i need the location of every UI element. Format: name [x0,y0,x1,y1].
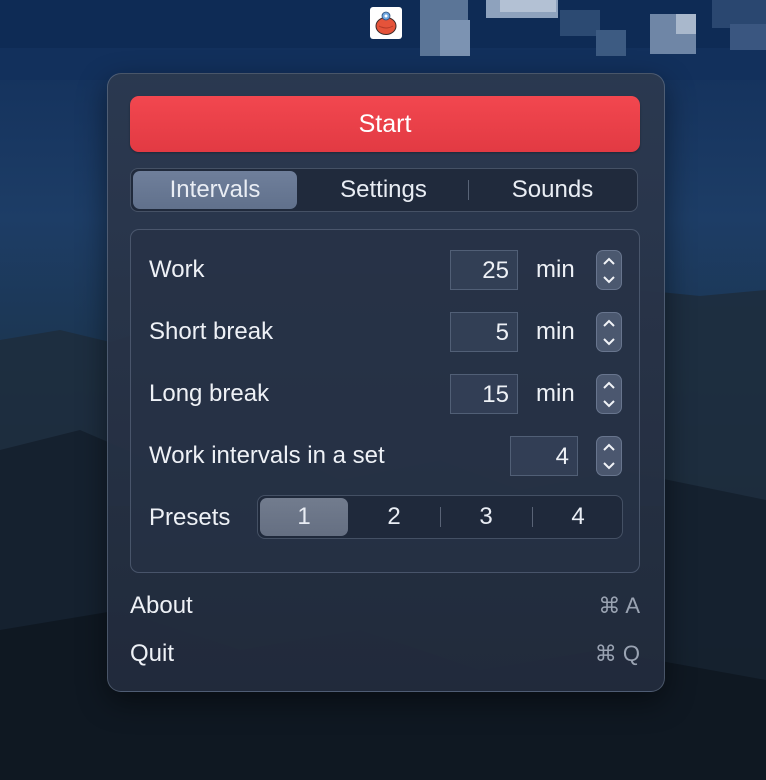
work-label: Work [149,256,205,283]
preset-4[interactable]: 4 [534,498,622,536]
wallpaper-pixel [440,20,470,56]
timer-popover: Start Intervals Settings Sounds Work 25 … [107,73,665,692]
work-intervals-stepper[interactable] [596,436,622,476]
work-minutes-field[interactable]: 25 [450,250,518,290]
preset-divider [532,507,533,527]
short-break-label: Short break [149,318,274,345]
start-button[interactable]: Start [130,96,640,152]
wallpaper-pixel [596,30,626,56]
wallpaper-pixel [560,10,600,36]
chevron-up-icon[interactable] [597,375,621,394]
long-break-unit: min [536,380,575,407]
chevron-up-icon[interactable] [597,437,621,456]
chevron-down-icon[interactable] [597,270,621,289]
long-break-label: Long break [149,380,270,407]
work-stepper[interactable] [596,250,622,290]
chevron-up-icon[interactable] [597,313,621,332]
tab-sounds[interactable]: Sounds [470,171,635,209]
wallpaper-pixel [676,14,696,34]
tab-intervals[interactable]: Intervals [133,171,297,209]
chevron-up-icon[interactable] [597,251,621,270]
chevron-down-icon[interactable] [597,332,621,351]
intervals-panel: Work 25 min Short break 5 min Long break… [130,229,640,573]
preset-divider [440,507,441,527]
chevron-down-icon[interactable] [597,456,621,475]
long-break-minutes-field[interactable]: 15 [450,374,518,414]
preset-2[interactable]: 2 [350,498,438,536]
about-label: About [130,592,193,619]
preset-1[interactable]: 1 [260,498,348,536]
wallpaper-pixel [500,0,556,12]
tomato-timer-icon[interactable] [370,7,402,39]
presets-segmented-control: 1 2 3 4 [257,495,623,539]
short-break-minutes-field[interactable]: 5 [450,312,518,352]
chevron-down-icon[interactable] [597,394,621,413]
short-break-stepper[interactable] [596,312,622,352]
wallpaper-pixel [730,24,766,50]
work-intervals-label: Work intervals in a set [149,442,385,469]
quit-shortcut: ⌘ Q [594,641,640,666]
short-break-unit: min [536,318,575,345]
presets-label: Presets [149,504,231,531]
quit-label: Quit [130,640,175,667]
tab-bar: Intervals Settings Sounds [130,168,638,212]
tab-divider [468,180,469,200]
work-intervals-field[interactable]: 4 [510,436,578,476]
tab-settings[interactable]: Settings [301,171,466,209]
long-break-stepper[interactable] [596,374,622,414]
work-unit: min [536,256,575,283]
about-shortcut: ⌘ A [598,593,640,618]
menu-item-quit[interactable]: Quit ⌘ Q [130,634,640,674]
menu-item-about[interactable]: About ⌘ A [130,586,640,626]
preset-3[interactable]: 3 [442,498,530,536]
